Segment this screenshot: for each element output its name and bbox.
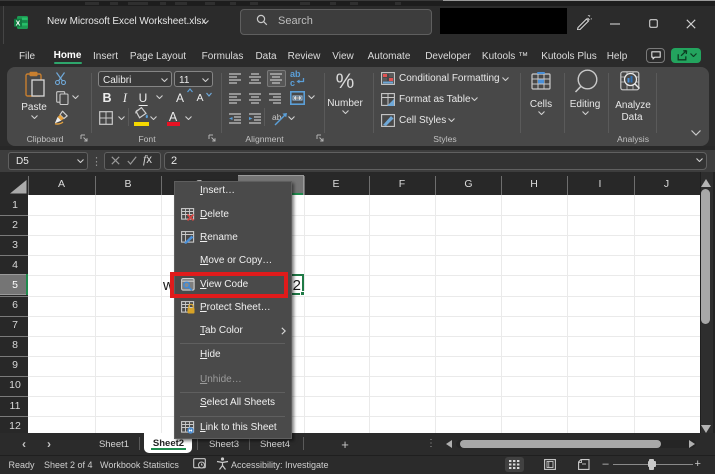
svg-text:c: c <box>290 78 295 87</box>
svg-text:X: X <box>16 20 21 27</box>
